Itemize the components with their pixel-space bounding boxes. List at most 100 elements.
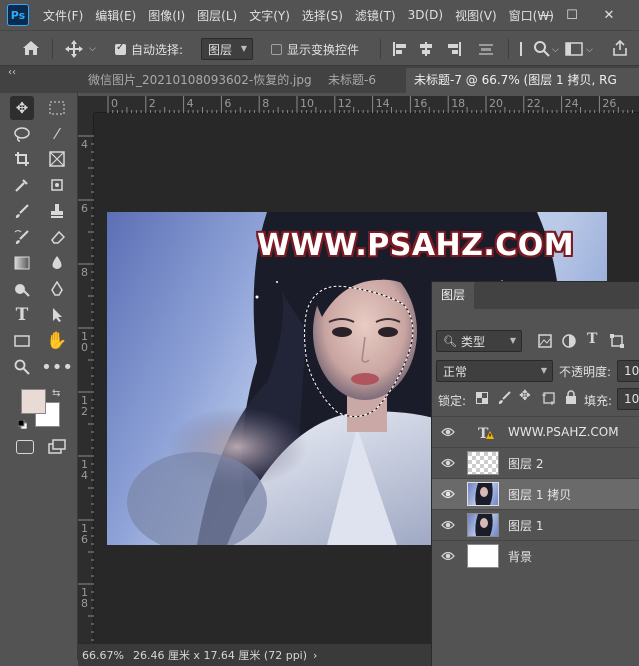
- auto-select-checkbox[interactable]: [115, 42, 126, 55]
- filter-pixel-icon[interactable]: [538, 334, 552, 348]
- tab-document-1[interactable]: 微信图片_20210108093602-恢复的.jpg: [80, 68, 312, 93]
- zoom-level[interactable]: 66.67%: [82, 649, 124, 662]
- move-tool-icon[interactable]: ✥: [10, 96, 34, 120]
- tab-document-3[interactable]: 未标题-7 @ 66.7% (图层 1 拷贝, RG: [406, 68, 639, 93]
- align-left-icon[interactable]: [392, 41, 408, 57]
- lock-artboard-icon[interactable]: [542, 391, 556, 405]
- search-icon[interactable]: [533, 40, 551, 58]
- dodge-tool-icon[interactable]: [10, 277, 34, 301]
- rectangle-tool-icon[interactable]: [10, 329, 34, 353]
- ruler-label: 0: [81, 341, 88, 354]
- eye-icon[interactable]: [441, 549, 455, 563]
- align-right-icon[interactable]: [446, 41, 462, 57]
- auto-select-target-dropdown[interactable]: 图层 ▼: [201, 38, 253, 60]
- chevron-down-icon: ▼: [509, 336, 516, 346]
- menu-type[interactable]: 文字(Y): [243, 7, 296, 24]
- ruler-label: 6: [224, 97, 231, 110]
- lock-transparency-icon[interactable]: [476, 392, 488, 404]
- layer-thumbnail: [467, 544, 499, 568]
- eyedropper-tool-icon[interactable]: [10, 173, 34, 197]
- ruler-label: 26: [602, 97, 616, 110]
- lock-all-icon[interactable]: [565, 390, 577, 405]
- blend-mode-dropdown[interactable]: 正常 ▼: [436, 360, 553, 382]
- align-center-icon[interactable]: [418, 41, 434, 57]
- layer-row[interactable]: 图层 2: [432, 447, 639, 478]
- chevron-down-icon[interactable]: ⌵: [552, 42, 559, 58]
- lock-paint-icon[interactable]: [498, 391, 512, 405]
- menu-view[interactable]: 视图(V): [449, 7, 503, 24]
- marquee-tool-icon[interactable]: [45, 96, 69, 120]
- menu-layer[interactable]: 图层(L): [191, 7, 243, 24]
- layer-name: 图层 1: [508, 518, 544, 533]
- filter-adjustment-icon[interactable]: [562, 334, 576, 348]
- menu-3d[interactable]: 3D(D): [402, 8, 449, 22]
- chevron-down-icon[interactable]: ⌵: [586, 42, 593, 58]
- foreground-color-swatch[interactable]: [21, 389, 46, 414]
- ruler-label: 8: [81, 266, 88, 279]
- fill-input[interactable]: 100: [617, 388, 639, 410]
- layer-filter-dropdown[interactable]: 🔍︎ 类型 ▼: [436, 330, 522, 352]
- more-tools-icon[interactable]: •••: [41, 355, 73, 379]
- share-icon[interactable]: [611, 39, 629, 57]
- blur-tool-icon[interactable]: [45, 251, 69, 275]
- stamp-tool-icon[interactable]: [45, 199, 69, 223]
- frame-select-tool-icon[interactable]: [45, 173, 69, 197]
- menu-filter[interactable]: 滤镜(T): [349, 7, 402, 24]
- screen-mode-icon[interactable]: [48, 439, 66, 458]
- eye-icon[interactable]: [441, 456, 455, 470]
- menu-edit[interactable]: 编辑(E): [89, 7, 142, 24]
- filter-type-icon[interactable]: T: [587, 331, 597, 347]
- pen-tool-icon[interactable]: [45, 277, 69, 301]
- swap-colors-icon[interactable]: ⇆: [52, 388, 60, 399]
- hand-tool-icon[interactable]: ✋: [45, 329, 69, 353]
- brush-tool-icon[interactable]: [10, 199, 34, 223]
- fill-label: 填充:: [584, 394, 613, 408]
- show-transform-checkbox[interactable]: [271, 44, 282, 55]
- frame-tool-icon[interactable]: [45, 147, 69, 171]
- close-button[interactable]: ✕: [594, 0, 624, 30]
- opacity-input[interactable]: 100: [617, 360, 639, 382]
- type-tool-icon[interactable]: T: [10, 303, 34, 327]
- blend-mode-value: 正常: [443, 364, 468, 379]
- watermark-text: WWW.PSAHZ.COM: [257, 228, 575, 263]
- layer-name: WWW.PSAHZ.COM: [508, 425, 619, 439]
- zoom-tool-icon[interactable]: [10, 355, 34, 379]
- align-top-icon[interactable]: [518, 41, 530, 57]
- eye-icon[interactable]: [441, 487, 455, 501]
- layer-row-selected[interactable]: 图层 1 拷贝: [432, 478, 639, 509]
- menu-file[interactable]: 文件(F): [37, 7, 89, 24]
- default-colors-icon[interactable]: [17, 418, 28, 430]
- gradient-tool-icon[interactable]: [10, 251, 34, 275]
- history-brush-tool-icon[interactable]: [10, 225, 34, 249]
- menu-select[interactable]: 选择(S): [296, 7, 349, 24]
- layers-panel-header: 图层: [432, 282, 639, 309]
- crop-tool-icon[interactable]: [10, 147, 34, 171]
- path-select-tool-icon[interactable]: [45, 303, 69, 327]
- ruler-label: 2: [149, 97, 156, 110]
- workspace-icon[interactable]: [565, 41, 583, 57]
- tab-layers[interactable]: 图层: [432, 282, 475, 309]
- layer-row[interactable]: 图层 1: [432, 509, 639, 540]
- quick-mask-icon[interactable]: [16, 440, 34, 454]
- lasso-tool-icon[interactable]: [10, 122, 34, 146]
- home-icon[interactable]: [22, 40, 40, 56]
- layer-thumbnail: [467, 482, 499, 506]
- magic-wand-tool-icon[interactable]: ⁄: [45, 122, 69, 146]
- distribute-icon[interactable]: [478, 41, 494, 57]
- maximize-button[interactable]: ☐: [557, 0, 587, 30]
- layer-name: 图层 1 拷贝: [508, 487, 572, 502]
- lock-position-icon[interactable]: ✥: [519, 388, 531, 404]
- eraser-tool-icon[interactable]: [45, 225, 69, 249]
- eye-icon[interactable]: [441, 425, 455, 439]
- layer-row[interactable]: 背景: [432, 540, 639, 571]
- eye-icon[interactable]: [441, 518, 455, 532]
- chevron-down-icon[interactable]: ⌵: [89, 41, 96, 57]
- tab-document-2[interactable]: 未标题-6: [320, 68, 406, 93]
- collapse-toolbar-icon[interactable]: ‹‹: [8, 67, 16, 78]
- menu-image[interactable]: 图像(I): [142, 7, 191, 24]
- filter-shape-icon[interactable]: [610, 334, 624, 348]
- layer-row[interactable]: T WWW.PSAHZ.COM: [432, 416, 639, 447]
- ruler-label: 4: [81, 138, 88, 151]
- move-tool-icon[interactable]: [64, 39, 84, 59]
- status-menu-arrow[interactable]: ›: [313, 649, 317, 662]
